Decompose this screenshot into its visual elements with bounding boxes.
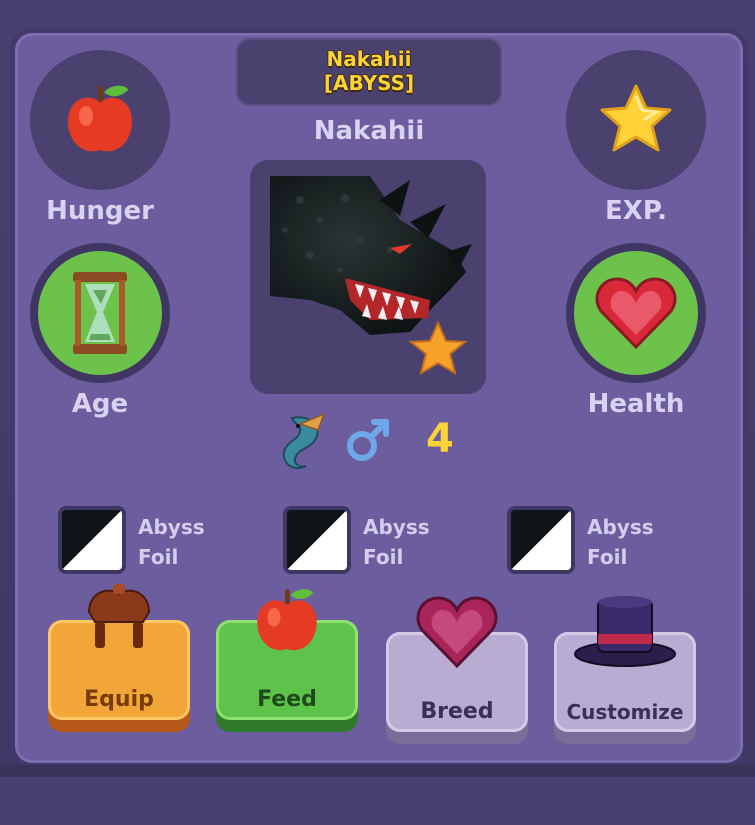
trait-slot-1[interactable]: Abyss Foil	[58, 506, 258, 586]
trait-variant: Foil	[138, 545, 179, 569]
game-screen: Nakahii [ABYSS] Nakahii Hunger EXP. Age …	[0, 0, 755, 825]
pet-portrait[interactable]	[250, 160, 486, 394]
trait-slot-2[interactable]: Abyss Foil	[283, 506, 483, 586]
apple-icon	[257, 589, 317, 651]
rarity-star-icon	[408, 320, 468, 376]
age-circle[interactable]	[30, 243, 170, 383]
trait-name: Abyss	[138, 515, 205, 539]
apple-icon	[68, 85, 132, 152]
customize-label: Customize	[566, 700, 684, 724]
exp-label: EXP.	[605, 196, 667, 226]
pet-level: 4	[426, 416, 454, 462]
hourglass-icon	[73, 272, 127, 354]
male-symbol-icon	[347, 419, 389, 461]
dragon-portrait-image	[270, 176, 472, 376]
trait-text: Abyss Foil	[587, 512, 654, 572]
trait-swatch-icon	[507, 506, 575, 574]
hunger-circle[interactable]	[30, 50, 170, 190]
feed-button[interactable]: Feed	[216, 589, 358, 732]
health-circle[interactable]	[566, 243, 706, 383]
gem-heart-icon-wrap	[386, 594, 528, 670]
gem-heart-icon	[416, 596, 498, 669]
customize-button[interactable]: Customize	[554, 596, 696, 744]
stat-hunger[interactable]: Hunger	[30, 50, 170, 226]
top-hat-icon-wrap	[554, 594, 696, 668]
trait-text: Abyss Foil	[363, 512, 430, 572]
stat-exp[interactable]: EXP.	[566, 50, 706, 226]
title-plate: Nakahii [ABYSS]	[236, 38, 502, 106]
star-icon	[600, 84, 672, 152]
trait-text: Abyss Foil	[138, 512, 205, 572]
dragon-icon	[282, 412, 326, 470]
breed-label: Breed	[420, 699, 494, 724]
breed-button[interactable]: Breed	[386, 596, 528, 744]
top-hat-icon	[574, 596, 676, 667]
hunger-label: Hunger	[46, 196, 154, 226]
pet-title-tag: [ABYSS]	[323, 71, 415, 95]
trait-swatch-icon	[58, 506, 126, 574]
equip-button[interactable]: Equip	[48, 584, 190, 732]
age-label: Age	[71, 389, 129, 419]
bottom-shelf	[0, 765, 755, 825]
feed-label: Feed	[257, 687, 317, 712]
pet-name: Nakahii	[313, 116, 425, 146]
stat-age[interactable]: Age	[30, 243, 170, 419]
trait-name: Abyss	[587, 515, 654, 539]
trait-name: Abyss	[363, 515, 430, 539]
health-label: Health	[587, 389, 685, 419]
apple-icon-wrap	[216, 582, 358, 660]
pet-meta-row: 4	[270, 408, 470, 470]
heart-icon	[595, 277, 677, 350]
pet-title-name: Nakahii	[326, 47, 412, 71]
stat-health[interactable]: Health	[566, 243, 706, 419]
trait-slot-3[interactable]: Abyss Foil	[507, 506, 707, 586]
trait-swatch-icon	[283, 506, 351, 574]
trait-variant: Foil	[363, 545, 404, 569]
saddle-icon-wrap	[48, 582, 190, 652]
saddle-icon	[87, 584, 151, 648]
trait-variant: Foil	[587, 545, 628, 569]
exp-circle[interactable]	[566, 50, 706, 190]
equip-label: Equip	[84, 687, 154, 712]
